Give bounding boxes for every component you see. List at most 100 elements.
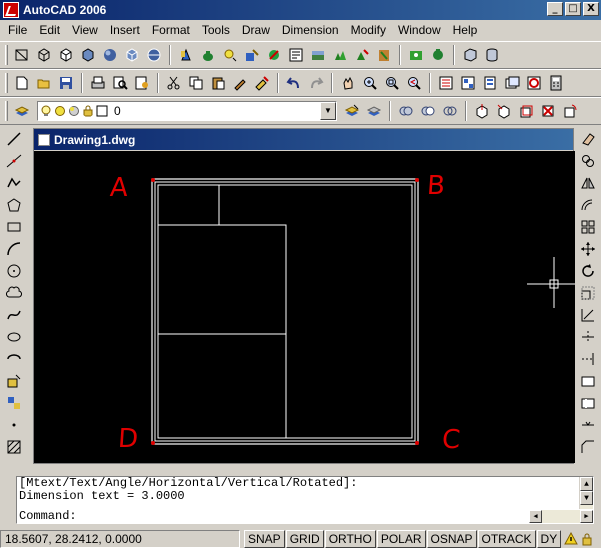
- move-icon[interactable]: [576, 238, 600, 260]
- box-icon[interactable]: [459, 44, 481, 66]
- ellipse-arc-icon[interactable]: [2, 348, 26, 370]
- properties-icon[interactable]: [435, 72, 457, 94]
- layer-dropdown[interactable]: 0 ▼: [37, 101, 337, 121]
- toolbar-grip[interactable]: [5, 101, 8, 121]
- intersect-icon[interactable]: [439, 100, 461, 122]
- subtract-icon[interactable]: [417, 100, 439, 122]
- block-editor-icon[interactable]: [251, 72, 273, 94]
- zoom-realtime-icon[interactable]: [359, 72, 381, 94]
- minimize-button[interactable]: _: [547, 2, 563, 16]
- mirror-icon[interactable]: [576, 172, 600, 194]
- markup-set-manager-icon[interactable]: [523, 72, 545, 94]
- layer-previous-icon[interactable]: [363, 100, 385, 122]
- drawing-canvas[interactable]: A B C D: [34, 151, 575, 463]
- mapping-icon[interactable]: [263, 44, 285, 66]
- circle-icon[interactable]: [2, 260, 26, 282]
- restore-button[interactable]: □: [565, 2, 581, 16]
- toolbar-lock-icon[interactable]: [580, 532, 594, 546]
- join-icon[interactable]: [576, 414, 600, 436]
- save-icon[interactable]: [55, 72, 77, 94]
- break-icon[interactable]: [576, 392, 600, 414]
- move-faces-icon[interactable]: [493, 100, 515, 122]
- coordinate-readout[interactable]: 18.5607, 28.2412, 0.0000: [0, 529, 240, 548]
- command-vertical-scrollbar[interactable]: ▲ ▼: [579, 477, 593, 509]
- pan-realtime-icon[interactable]: [337, 72, 359, 94]
- line-icon[interactable]: [2, 128, 26, 150]
- otrack-toggle[interactable]: OTRACK: [477, 529, 536, 548]
- command-horizontal-scrollbar[interactable]: ◀ ▶: [529, 510, 593, 523]
- layer-properties-icon[interactable]: [11, 100, 33, 122]
- lightbulb-icon[interactable]: [40, 105, 52, 117]
- offset-icon[interactable]: [576, 194, 600, 216]
- flat-edges-icon[interactable]: [121, 44, 143, 66]
- menu-help[interactable]: Help: [447, 21, 484, 39]
- stretch-icon[interactable]: [576, 304, 600, 326]
- scroll-left-icon[interactable]: ◀: [529, 510, 542, 523]
- menu-draw[interactable]: Draw: [236, 21, 276, 39]
- array-icon[interactable]: [576, 216, 600, 238]
- autocad-logo-icon[interactable]: [3, 2, 19, 18]
- make-object-layer-current-icon[interactable]: [341, 100, 363, 122]
- tool-palettes-icon[interactable]: [479, 72, 501, 94]
- flat-shaded-icon[interactable]: [77, 44, 99, 66]
- osnap-toggle[interactable]: OSNAP: [426, 529, 477, 548]
- quickcalc-icon[interactable]: [545, 72, 567, 94]
- menu-window[interactable]: Window: [392, 21, 447, 39]
- cut-icon[interactable]: [163, 72, 185, 94]
- color-swatch-icon[interactable]: [96, 105, 108, 117]
- teapot-icon[interactable]: [197, 44, 219, 66]
- rectangle-icon[interactable]: [2, 216, 26, 238]
- construction-line-icon[interactable]: [2, 150, 26, 172]
- spline-icon[interactable]: [2, 304, 26, 326]
- union-icon[interactable]: [395, 100, 417, 122]
- extrude-faces-icon[interactable]: [471, 100, 493, 122]
- command-prompt[interactable]: Command:: [17, 510, 593, 523]
- redo-icon[interactable]: [305, 72, 327, 94]
- close-button[interactable]: X: [583, 2, 599, 16]
- zoom-window-icon[interactable]: [381, 72, 403, 94]
- revision-cloud-icon[interactable]: [2, 282, 26, 304]
- menu-view[interactable]: View: [66, 21, 104, 39]
- command-window[interactable]: [Mtext/Text/Angle/Horizontal/Vertical/Ro…: [16, 476, 594, 524]
- freeze-viewport-icon[interactable]: [68, 105, 80, 117]
- fog-icon[interactable]: [307, 44, 329, 66]
- menu-format[interactable]: Format: [146, 21, 196, 39]
- copy-object-icon[interactable]: [576, 150, 600, 172]
- scroll-down-icon[interactable]: ▼: [580, 491, 593, 505]
- document-icon[interactable]: [38, 133, 50, 146]
- sun-icon[interactable]: [54, 105, 66, 117]
- scale-icon[interactable]: [576, 282, 600, 304]
- delete-faces-icon[interactable]: [537, 100, 559, 122]
- insert-block-icon[interactable]: [2, 370, 26, 392]
- cylinder-icon[interactable]: [481, 44, 503, 66]
- polyline-icon[interactable]: [2, 172, 26, 194]
- toolbar-grip[interactable]: [5, 45, 8, 65]
- ortho-toggle[interactable]: ORTHO: [324, 529, 376, 548]
- point-icon[interactable]: [2, 414, 26, 436]
- menu-tools[interactable]: Tools: [196, 21, 236, 39]
- landscape-library-icon[interactable]: [373, 44, 395, 66]
- scene-icon[interactable]: [405, 44, 427, 66]
- paste-icon[interactable]: [207, 72, 229, 94]
- polar-toggle[interactable]: POLAR: [376, 529, 426, 548]
- 2d-wireframe-icon[interactable]: [11, 44, 33, 66]
- plot-preview-icon[interactable]: [109, 72, 131, 94]
- lights-icon[interactable]: [219, 44, 241, 66]
- menu-file[interactable]: File: [2, 21, 33, 39]
- scroll-right-icon[interactable]: ▶: [580, 510, 593, 523]
- open-file-icon[interactable]: [33, 72, 55, 94]
- ellipse-icon[interactable]: [2, 326, 26, 348]
- plot-icon[interactable]: [87, 72, 109, 94]
- polygon-icon[interactable]: [2, 194, 26, 216]
- dyn-toggle[interactable]: DY: [536, 529, 562, 548]
- menu-insert[interactable]: Insert: [104, 21, 146, 39]
- landscape-edit-icon[interactable]: [351, 44, 373, 66]
- hatch-icon[interactable]: [2, 436, 26, 458]
- break-at-point-icon[interactable]: [576, 370, 600, 392]
- gouraud-edges-icon[interactable]: [143, 44, 165, 66]
- render-preferences-icon[interactable]: [427, 44, 449, 66]
- menu-edit[interactable]: Edit: [33, 21, 66, 39]
- design-center-icon[interactable]: [457, 72, 479, 94]
- background-icon[interactable]: [285, 44, 307, 66]
- snap-toggle[interactable]: SNAP: [244, 529, 285, 548]
